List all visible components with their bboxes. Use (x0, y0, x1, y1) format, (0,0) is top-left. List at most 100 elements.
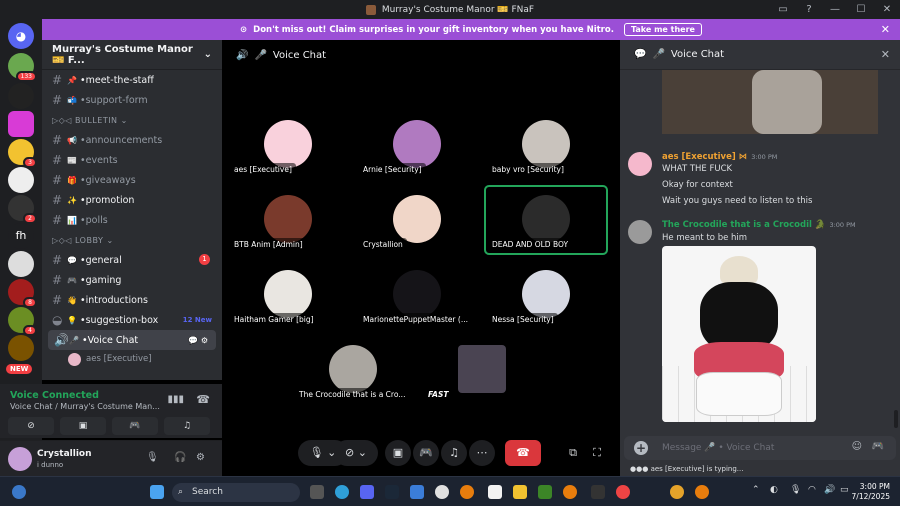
attachment-image[interactable] (662, 246, 816, 422)
battery-icon[interactable]: ▭ (840, 485, 849, 495)
participant-tile[interactable]: Haitham Gamer [big] (226, 260, 350, 330)
take-me-there-button[interactable]: Take me there (623, 23, 702, 36)
server-icon[interactable] (8, 111, 34, 137)
headphones-icon[interactable]: 🎧 (174, 452, 186, 463)
participant-tile[interactable]: FAST (420, 335, 544, 405)
activity-button[interactable]: 🎮 (112, 417, 158, 435)
soundboard-button[interactable]: ♫ (164, 417, 210, 435)
avatar[interactable] (8, 447, 32, 471)
activity-icon[interactable]: 🎮 (872, 441, 884, 452)
channel-suggestion-box[interactable]: ◒ 💡 • suggestion-box 12 New (42, 310, 222, 330)
server-icon[interactable]: 2 (8, 195, 37, 224)
server-icon[interactable]: 4 (8, 307, 37, 336)
category-lobby[interactable]: ▷◇◁ LOBBY ⌄ (42, 230, 222, 250)
channel-support-form[interactable]: # 📬 • support-form (42, 90, 222, 110)
blender-icon[interactable] (563, 485, 577, 499)
screen-share-button[interactable]: ▣ (60, 417, 106, 435)
server-icon[interactable]: fh (8, 223, 34, 249)
blender-icon[interactable] (695, 485, 709, 499)
message-input[interactable]: + Message 🎤 • Voice Chat ☺ 🎮 (624, 436, 896, 460)
channel-events[interactable]: # 📰 • events (42, 150, 222, 170)
app-icon[interactable] (591, 485, 605, 499)
voice-location[interactable]: Voice Chat / Murray's Costume Man... (10, 402, 160, 411)
server-icon[interactable] (8, 83, 34, 109)
server-icon[interactable]: 3 (8, 139, 37, 168)
server-icon[interactable] (8, 167, 34, 193)
participant-tile[interactable]: baby vro [Security] (484, 110, 608, 180)
fullscreen-button[interactable]: ⛶ (586, 440, 608, 466)
inbox-icon[interactable]: ▭ (770, 4, 796, 15)
participant-tile[interactable]: BTB Anim [Admin] (226, 185, 350, 255)
message-author[interactable]: aes [Executive] ⋈ 3:00 PM (662, 152, 777, 162)
avatar[interactable] (628, 152, 652, 176)
channel-meet-the-staff[interactable]: # 📌 • meet-the-staff (42, 70, 222, 90)
channel-voice-chat[interactable]: 🔊 🎤 • Voice Chat 💬 ⚙ (48, 330, 216, 350)
weather-icon[interactable] (12, 485, 26, 499)
server-icon[interactable] (8, 251, 34, 277)
soundboard-button[interactable]: ♫ (441, 440, 467, 466)
app-tray-icon[interactable]: ◐ (770, 485, 778, 495)
participant-tile[interactable]: Nessa [Security] (484, 260, 608, 330)
discord-home-icon[interactable]: ◕ (8, 23, 34, 49)
chat-bubble-icon[interactable]: 💬 ⚙ (188, 336, 208, 345)
channel-promotion[interactable]: # ✨ • promotion (42, 190, 222, 210)
activity-button[interactable]: 🎮 (413, 440, 439, 466)
maximize-button[interactable]: ☐ (848, 4, 874, 15)
scrollbar[interactable] (894, 410, 898, 428)
participant-tile[interactable]: MarionettePuppetMaster (... (355, 260, 479, 330)
steam-icon[interactable] (385, 485, 399, 499)
channel-gaming[interactable]: # 🎮 • gaming (42, 270, 222, 290)
emoji-icon[interactable]: ☺ (852, 441, 862, 452)
microphone-icon[interactable]: 🎙 (790, 485, 801, 495)
screen-share-button[interactable]: ▣ (385, 440, 411, 466)
participant-tile[interactable]: DEAD AND OLD BOY (484, 185, 608, 255)
server-icon[interactable]: 8 (8, 279, 37, 308)
disconnect-icon[interactable]: ☎ (196, 393, 210, 406)
edge-icon[interactable] (335, 485, 349, 499)
add-attachment-icon[interactable]: + (634, 441, 648, 455)
file-explorer-icon[interactable] (513, 485, 527, 499)
wifi-icon[interactable]: ◠ (808, 485, 816, 495)
voice-member[interactable]: aes [Executive] (42, 350, 222, 368)
username[interactable]: Crystallion (37, 449, 92, 459)
help-icon[interactable]: ? (796, 4, 822, 15)
chevron-up-icon[interactable]: ⌃ (752, 485, 760, 495)
attachment-image[interactable] (662, 70, 878, 134)
channel-announcements[interactable]: # 📢 • announcements (42, 130, 222, 150)
avatar[interactable] (628, 220, 652, 244)
minecraft-icon[interactable] (538, 485, 552, 499)
app-icon[interactable] (435, 485, 449, 499)
settings-icon[interactable] (410, 485, 424, 499)
leave-call-button[interactable]: ☎ (505, 440, 541, 466)
server-header[interactable]: Murray's Costume Manor 🎫 F... ⌄ (42, 40, 222, 70)
camera-button[interactable]: ⊘ ⌄ (334, 440, 378, 466)
close-window-button[interactable]: ✕ (874, 4, 900, 15)
message-author[interactable]: The Crocodile that is a Crocodil 🐊 3:00 P… (662, 220, 856, 230)
camera-off-button[interactable]: ⊘ (8, 417, 54, 435)
close-icon[interactable]: ✕ (881, 48, 890, 61)
chrome-icon[interactable] (670, 485, 684, 499)
blender-icon[interactable] (460, 485, 474, 499)
category-bulletin[interactable]: ▷◇◁ BULLETIN ⌄ (42, 110, 222, 130)
music-icon[interactable] (616, 485, 630, 499)
participant-tile[interactable]: aes [Executive] (226, 110, 350, 180)
channel-introductions[interactable]: # 👋 • introductions (42, 290, 222, 310)
channel-polls[interactable]: # 📊 • polls (42, 210, 222, 230)
popout-button[interactable]: ⧉ (562, 440, 584, 466)
gear-icon[interactable]: ⚙ (196, 452, 205, 463)
participant-tile[interactable]: Arnie [Security] (355, 110, 479, 180)
participant-tile[interactable]: Crystallion (355, 185, 479, 255)
close-banner-icon[interactable]: ✕ (881, 23, 890, 36)
task-view-icon[interactable] (310, 485, 324, 499)
document-icon[interactable] (488, 485, 502, 499)
microphone-icon[interactable]: 🎙 (146, 452, 159, 463)
discord-icon[interactable] (360, 485, 374, 499)
channel-general[interactable]: # 💬 • general 1 (42, 250, 222, 270)
taskbar-search[interactable]: ⌕ Search (172, 483, 300, 502)
participant-tile[interactable]: The Crocodile that is a Cro... (291, 335, 415, 405)
volume-icon[interactable]: 🔊 (824, 485, 835, 495)
windows-start-icon[interactable] (150, 485, 164, 499)
channel-giveaways[interactable]: # 🎁 • giveaways (42, 170, 222, 190)
server-icon[interactable]: 133 (8, 53, 37, 82)
server-icon[interactable] (8, 335, 34, 361)
